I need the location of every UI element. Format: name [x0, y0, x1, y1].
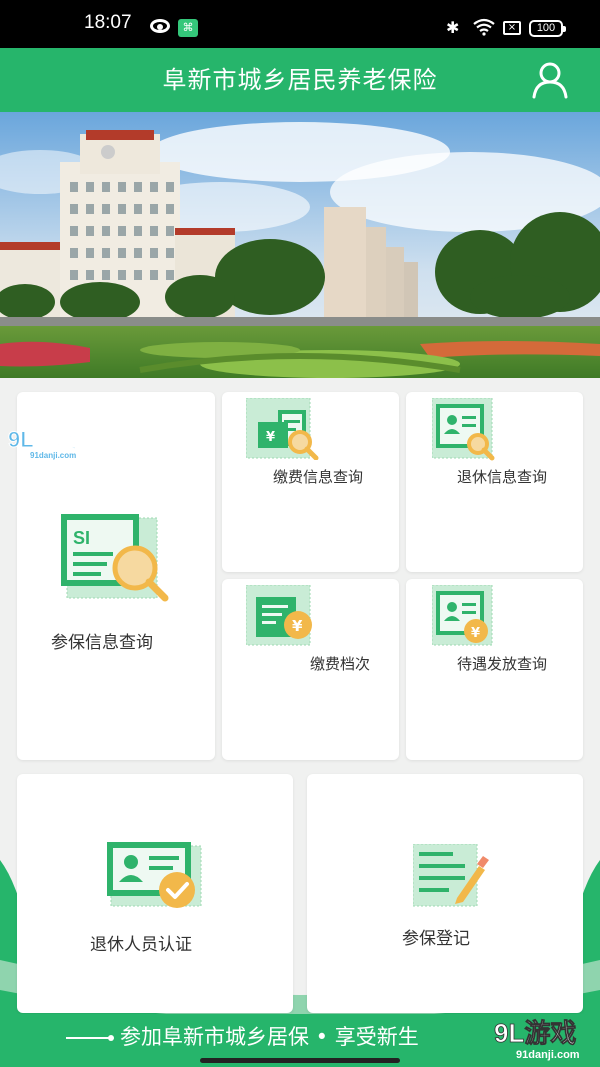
- payment-level-label: 缴费档次: [310, 655, 371, 673]
- si-document-search-icon: SI: [61, 514, 169, 602]
- id-card-verified-icon: [107, 842, 202, 908]
- slogan-divider: [66, 1035, 114, 1041]
- id-card-search-icon: [432, 398, 495, 461]
- form-edit-icon: [413, 844, 489, 907]
- slogan-text: 参加阜新市城乡居保 • 享受新生: [120, 1025, 419, 1049]
- svg-text:9L游戏: 9L游戏: [8, 427, 78, 452]
- app-notification-icon: ⌘: [178, 19, 198, 37]
- svg-text:91danji.com: 91danji.com: [516, 1049, 580, 1061]
- battery-icon: 100: [529, 20, 566, 37]
- eye-icon: [150, 19, 170, 33]
- benefit-query-label: 待遇发放查询: [457, 655, 548, 673]
- status-time: 18:07: [84, 12, 132, 33]
- watermark-logo-bottom: 9L游戏 91danji.com: [490, 1014, 596, 1066]
- status-bar: 18:07 ⌘ ✱ × 100: [0, 0, 600, 48]
- page-title: 阜新市城乡居民养老保险: [162, 66, 438, 94]
- svg-text:9L游戏: 9L游戏: [494, 1018, 576, 1048]
- app-header: 阜新市城乡居民养老保险: [0, 48, 600, 112]
- home-indicator[interactable]: [200, 1058, 400, 1063]
- banner-image: [0, 112, 600, 378]
- retiree-verify-card[interactable]: 退休人员认证: [17, 774, 293, 1013]
- wifi-icon: [473, 18, 495, 36]
- watermark-logo-top: 9L游戏 91danji.com: [8, 425, 108, 465]
- svg-text:¥: ¥: [266, 430, 275, 445]
- svg-text:¥: ¥: [471, 626, 480, 641]
- bluetooth-icon: ✱: [446, 18, 460, 37]
- payment-level-icon: ¥: [246, 585, 312, 646]
- enrollment-query-label: 参保信息查询: [51, 633, 153, 653]
- si-label: SI: [73, 528, 90, 548]
- no-sim-icon: ×: [503, 21, 521, 35]
- retiree-verify-label: 退休人员认证: [90, 935, 192, 955]
- enroll-register-label: 参保登记: [402, 929, 470, 949]
- svg-text:91danji.com: 91danji.com: [30, 451, 76, 460]
- retirement-query-card[interactable]: 退休信息查询: [406, 392, 583, 572]
- enroll-register-card[interactable]: 参保登记: [307, 774, 583, 1013]
- payment-query-label: 缴费信息查询: [273, 468, 364, 486]
- payment-query-card[interactable]: ¥ 缴费信息查询: [222, 392, 399, 572]
- slogan: 参加阜新市城乡居保 • 享受新生: [66, 1014, 419, 1060]
- user-icon[interactable]: [530, 60, 570, 100]
- svg-text:¥: ¥: [292, 617, 303, 635]
- benefit-query-card[interactable]: ¥ 待遇发放查询: [406, 579, 583, 760]
- payment-level-card[interactable]: ¥ 缴费档次: [222, 579, 399, 760]
- benefit-payout-icon: ¥: [432, 585, 493, 646]
- retirement-query-label: 退休信息查询: [457, 468, 548, 486]
- payment-search-icon: ¥: [246, 398, 319, 460]
